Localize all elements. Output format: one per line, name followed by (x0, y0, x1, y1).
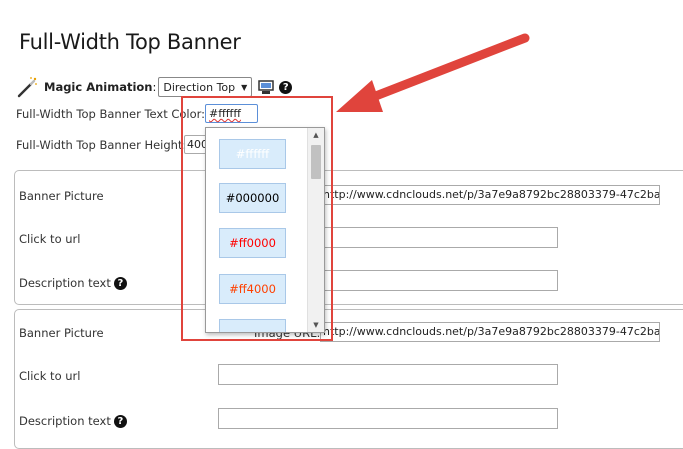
annotation-arrow-icon (336, 33, 530, 112)
